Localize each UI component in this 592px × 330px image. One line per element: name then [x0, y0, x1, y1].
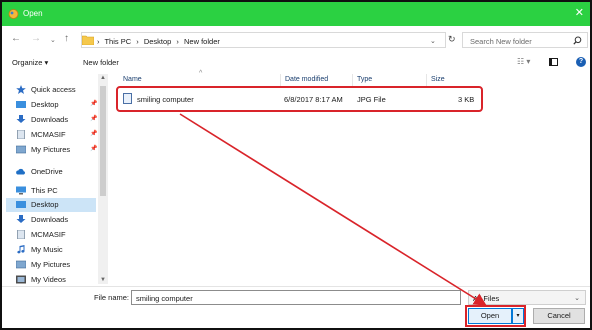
organize-button[interactable]: Organize ▾ — [12, 58, 48, 67]
column-header-type[interactable]: Type — [357, 76, 372, 83]
scrollbar-thumb[interactable] — [100, 86, 106, 196]
column-divider[interactable] — [280, 74, 281, 86]
sidebar-item-label: My Pictures — [31, 145, 71, 154]
sort-indicator-icon: ^ — [199, 70, 203, 77]
column-header-date-modified[interactable]: Date modified — [285, 76, 328, 83]
pictures-icon — [16, 145, 26, 154]
close-icon[interactable]: ✕ — [575, 7, 584, 19]
scroll-up-icon[interactable]: ▲ — [100, 75, 106, 81]
sidebar-item-label: MCMASIF — [31, 130, 66, 139]
pictures-icon — [16, 260, 26, 269]
sidebar-item-label: Desktop — [31, 100, 59, 109]
search-box[interactable]: Search New folder — [462, 32, 588, 48]
file-type-filter-value: All Files — [473, 294, 500, 303]
command-bar: Organize ▾ New folder ☷ ▾ ? — [2, 54, 590, 72]
column-header-name[interactable]: Name — [123, 76, 142, 83]
file-name-label: File name: — [94, 293, 130, 302]
download-icon — [16, 115, 26, 123]
pin-icon: 📌 — [90, 101, 98, 107]
file-type-filter[interactable]: All Files ⌄ — [468, 290, 586, 305]
scroll-down-icon[interactable]: ▼ — [100, 277, 106, 283]
address-row: ← → ⌄ ↑ › This PC › Desktop › New folder… — [2, 28, 590, 52]
navigation-pane: Quick access Desktop 📌 Downloads 📌 MCMAS… — [2, 74, 110, 286]
forward-arrow-icon[interactable]: → — [31, 33, 41, 45]
column-divider[interactable] — [352, 74, 353, 86]
download-icon — [16, 215, 26, 223]
file-name-input[interactable]: smiling computer — [131, 290, 461, 305]
open-highlight-annotation — [465, 305, 526, 327]
bottom-divider — [2, 286, 590, 287]
refresh-icon[interactable]: ↻ — [448, 34, 456, 45]
sidebar-item-label: Downloads — [31, 115, 69, 124]
cloud-icon — [16, 168, 26, 175]
document-icon — [17, 130, 25, 139]
column-header-size[interactable]: Size — [431, 76, 445, 83]
document-icon — [17, 230, 25, 239]
file-highlight-annotation — [116, 86, 483, 112]
open-file-dialog: Open ✕ ← → ⌄ ↑ › This PC › Desktop › New… — [0, 0, 592, 330]
folder-icon — [82, 35, 94, 45]
star-icon — [16, 85, 26, 94]
preview-pane-icon[interactable] — [549, 58, 558, 66]
sidebar-item-label: Desktop — [31, 200, 59, 209]
pin-icon: 📌 — [90, 116, 98, 122]
crumb-separator: › — [97, 37, 100, 46]
file-name-value: smiling computer — [136, 294, 193, 303]
search-placeholder: Search New folder — [470, 37, 532, 46]
pin-icon: 📌 — [90, 131, 98, 137]
sidebar-item-label: Downloads — [31, 215, 69, 224]
up-arrow-icon[interactable]: ↑ — [64, 33, 69, 45]
crumb-separator: › — [136, 37, 139, 46]
dialog-app-icon — [8, 9, 19, 19]
search-icon — [573, 36, 582, 45]
crumb-separator: › — [176, 37, 179, 46]
music-icon — [17, 245, 25, 254]
title-bar[interactable]: Open ✕ — [2, 2, 590, 26]
sidebar-item-label: This PC — [31, 186, 58, 195]
recent-dropdown-icon[interactable]: ⌄ — [50, 35, 56, 47]
computer-icon — [16, 186, 26, 195]
help-icon[interactable]: ? — [576, 57, 586, 67]
window-title: Open — [23, 9, 43, 18]
nav-pane-scrollbar[interactable]: ▲ ▼ — [98, 74, 108, 284]
sidebar-item-label: OneDrive — [31, 167, 63, 176]
change-view-icon[interactable]: ☷ ▾ — [517, 57, 530, 66]
new-folder-button[interactable]: New folder — [83, 58, 119, 67]
breadcrumb: › This PC › Desktop › New folder — [97, 37, 223, 46]
column-divider[interactable] — [426, 74, 427, 86]
cancel-button[interactable]: Cancel — [533, 308, 585, 324]
sidebar-item-label: MCMASIF — [31, 230, 66, 239]
pin-icon: 📌 — [90, 146, 98, 152]
desktop-icon — [16, 201, 26, 208]
breadcrumb-desktop[interactable]: Desktop — [144, 37, 172, 46]
desktop-icon — [16, 101, 26, 108]
breadcrumb-this-pc[interactable]: This PC — [104, 37, 131, 46]
address-dropdown-icon[interactable]: ⌄ — [430, 37, 436, 45]
sidebar-item-label: My Videos — [31, 275, 66, 284]
sidebar-item-label: My Music — [31, 245, 63, 254]
chevron-down-icon: ⌄ — [574, 295, 580, 302]
videos-icon — [16, 275, 26, 284]
sidebar-item-label: Quick access — [31, 85, 76, 94]
sidebar-item-label: My Pictures — [31, 260, 71, 269]
breadcrumb-new-folder[interactable]: New folder — [184, 37, 220, 46]
back-arrow-icon[interactable]: ← — [11, 33, 21, 45]
